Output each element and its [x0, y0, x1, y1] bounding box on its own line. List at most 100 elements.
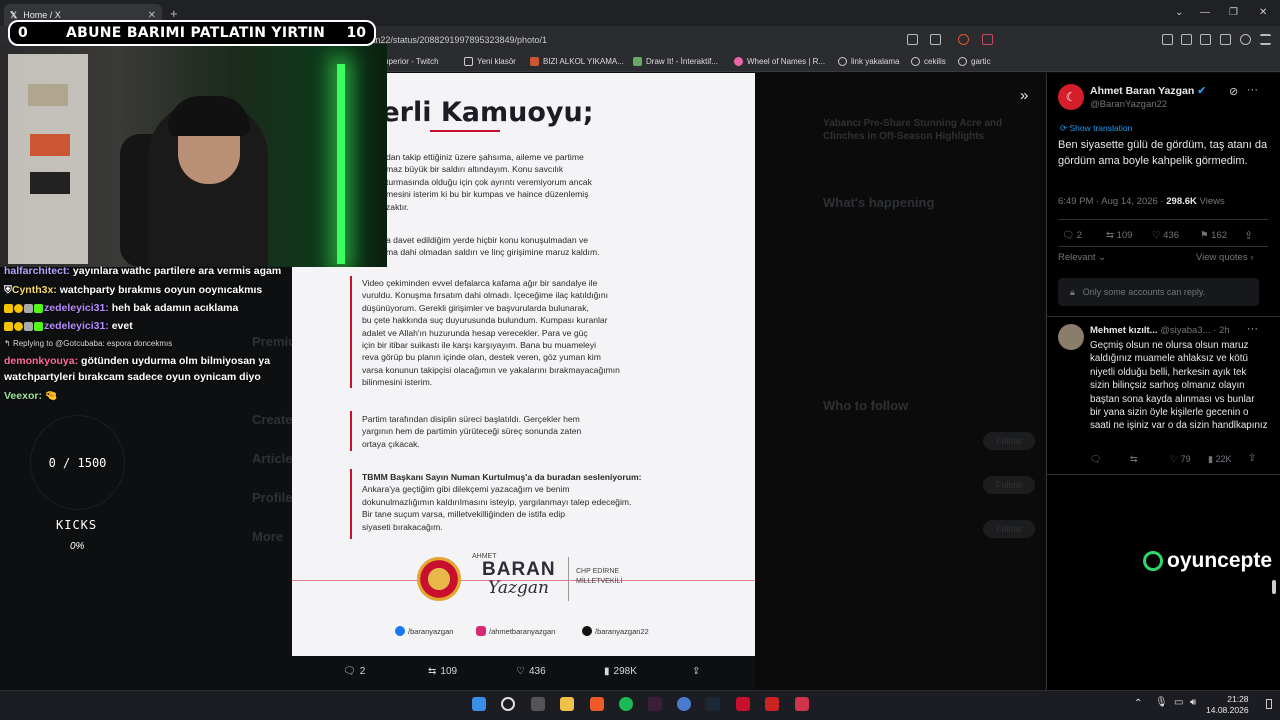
extensions-icon[interactable] — [1162, 34, 1173, 45]
tweet-repost-button[interactable]: ⇆ 109 — [1106, 230, 1132, 241]
bookmark-gartic[interactable]: gartic — [958, 57, 991, 66]
sort-relevant-dropdown[interactable]: Relevant ⌄ — [1058, 252, 1106, 263]
notification-icon[interactable] — [1266, 699, 1272, 709]
chat-message: demonkyouya: götünden uydurma olm bilmiy… — [4, 355, 271, 367]
shield-icon[interactable] — [1240, 34, 1251, 45]
scrollbar-thumb[interactable] — [1272, 580, 1276, 594]
reply-repost-button[interactable]: ⇆ — [1130, 454, 1138, 465]
grok-icon[interactable]: ⊘ — [1229, 85, 1238, 98]
photo-reply-button[interactable]: 🗨 2 — [343, 666, 365, 677]
brave-icon[interactable] — [590, 697, 604, 711]
volume-icon[interactable]: 🔊︎ — [1190, 697, 1196, 708]
photo-repost-button[interactable]: ⇆ 109 — [428, 666, 457, 677]
author-handle[interactable]: @BaranYazgan22 — [1090, 99, 1167, 110]
more-options-icon[interactable]: ··· — [1247, 84, 1258, 96]
maximize-icon[interactable]: ❐ — [1229, 7, 1238, 18]
vpn-icon[interactable] — [1220, 34, 1231, 45]
show-translation-link[interactable]: ⟳ Show translation — [1060, 123, 1132, 134]
app-icon[interactable] — [648, 697, 662, 711]
follow-button[interactable]: Follow — [983, 520, 1035, 538]
reply-views[interactable]: ▮ 22K — [1208, 454, 1231, 465]
reply-restricted-notice: 🔒︎ Only some accounts can reply. — [1058, 278, 1259, 306]
reply-share-button[interactable]: ⇪ — [1248, 453, 1256, 464]
rewards-icon[interactable] — [982, 34, 993, 45]
app-icon[interactable] — [795, 697, 809, 711]
reply-text: Geçmiş olsun ne olursa olsun maruz kaldı… — [1090, 340, 1268, 432]
network-icon[interactable]: ▭ — [1174, 697, 1183, 708]
divider — [1058, 246, 1268, 247]
tweet-share-button[interactable]: ⇪ — [1244, 229, 1253, 242]
sidebar-icon[interactable] — [1181, 34, 1192, 45]
reply-reply-button[interactable]: 🗨 — [1090, 454, 1101, 465]
author-avatar[interactable]: ☾ — [1058, 84, 1084, 110]
start-icon[interactable] — [472, 697, 486, 711]
translate-icon[interactable] — [907, 34, 918, 45]
follow-button[interactable]: Follow — [983, 476, 1035, 494]
bookmark-favicon-icon — [734, 57, 743, 66]
tweet-bookmark-button[interactable]: ⚑ 162 — [1200, 230, 1227, 241]
close-tab-icon[interactable]: ✕ — [148, 10, 156, 21]
file-explorer-icon[interactable] — [560, 697, 574, 711]
reply-like-button[interactable]: ♡ 79 — [1170, 454, 1191, 465]
reply-header: Mehmet kızılt... @siyaba3... · 2h — [1090, 325, 1230, 336]
bookmark-alkol[interactable]: BIZI ALKOL YIKAMA... — [530, 57, 624, 66]
microphone-icon[interactable]: 🎙︎ — [1155, 697, 1168, 708]
cast-icon[interactable] — [930, 34, 941, 45]
tray-chevron-icon[interactable]: ⌃ — [1134, 698, 1142, 709]
chat-message: ⛨Cynth3x: watchparty bırakmıs ooyun ooyn… — [4, 284, 263, 296]
bookmark-wheel[interactable]: Wheel of Names | R... — [734, 57, 825, 66]
instagram-handle: /ahmetbaranyazgan — [476, 626, 555, 636]
expand-panel-icon[interactable]: » — [1020, 87, 1028, 104]
tweet-meta: 6:49 PM · Aug 14, 2026 · 298.6K Views — [1058, 196, 1225, 207]
photo-views[interactable]: ▮ 298K — [604, 666, 637, 677]
menu-icon[interactable] — [1260, 34, 1271, 45]
photo-like-button[interactable]: ♡ 436 — [516, 666, 546, 677]
spotify-icon[interactable] — [619, 697, 633, 711]
tweet-like-button[interactable]: ♡ 436 — [1152, 230, 1179, 241]
tweet-text: Ben siyasette gülü de gördüm, taş atanı … — [1058, 139, 1268, 167]
globe-icon — [838, 57, 847, 66]
tweet-reply-button[interactable]: 🗨 2 — [1062, 230, 1082, 241]
bookmark-favicon-icon — [633, 57, 642, 66]
whats-happening-heading: What's happening — [823, 195, 935, 210]
chat-badge-icon — [14, 321, 23, 331]
share-icon: ⇪ — [692, 666, 701, 677]
tab-search-icon[interactable]: ⌄ — [1175, 7, 1183, 18]
bookmark-favicon-icon — [530, 57, 539, 66]
reply-more-icon[interactable]: ··· — [1247, 323, 1258, 335]
app-icon[interactable] — [765, 697, 779, 711]
brave-shield-icon[interactable] — [958, 34, 969, 45]
bookmark-link-yakalama[interactable]: link yakalama — [838, 57, 899, 66]
search-icon[interactable] — [501, 697, 515, 711]
chat-message: Veexor: 🤏 — [4, 390, 58, 402]
photo-paragraph-4: Partim tarafından disiplin süreci başlat… — [362, 414, 582, 449]
follow-button[interactable]: Follow — [983, 432, 1035, 450]
steam-icon[interactable] — [706, 697, 720, 711]
bookmark-cekilis[interactable]: cekilis — [911, 57, 946, 66]
new-tab-button[interactable]: + — [170, 6, 178, 21]
divider — [1058, 219, 1268, 220]
bookmark-superior[interactable]: superior - Twitch — [380, 57, 439, 66]
streamer-headphones — [168, 96, 250, 136]
shelf-item — [28, 84, 68, 106]
task-view-icon[interactable] — [531, 697, 545, 711]
author-name[interactable]: Ahmet Baran Yazgan ✔ — [1090, 85, 1206, 97]
taskbar-clock[interactable]: 21:28 14.08.2026 — [1206, 694, 1249, 716]
heart-icon: ♡ — [516, 666, 525, 677]
address-bar[interactable]: x.com/BaranYazgan22/status/2088291997895… — [300, 31, 900, 49]
wallet-icon[interactable] — [1200, 34, 1211, 45]
bookmark-drawit[interactable]: Draw It! - İnteraktif... — [633, 57, 718, 66]
app-icon[interactable] — [677, 697, 691, 711]
close-window-icon[interactable]: ✕ — [1259, 7, 1267, 18]
chat-badge-icon — [24, 321, 33, 331]
photo-headline: ğerli Kamuoyu; — [362, 97, 594, 128]
photo-share-button[interactable]: ⇪ — [692, 666, 700, 677]
signature-surname: Yazgan — [488, 578, 549, 598]
view-quotes-link[interactable]: View quotes › — [1196, 252, 1253, 263]
trending-item: Yabancı Pre-Share Stunning Acre and Clin… — [823, 118, 1003, 142]
stream-title: ABUNE BARIMI PATLATIN YIRTIN — [66, 25, 326, 41]
reply-avatar[interactable] — [1058, 324, 1084, 350]
app-icon[interactable] — [736, 697, 750, 711]
minimize-icon[interactable]: — — [1200, 7, 1210, 18]
bookmark-yeni-klasor[interactable]: Yeni klasör — [464, 57, 516, 66]
